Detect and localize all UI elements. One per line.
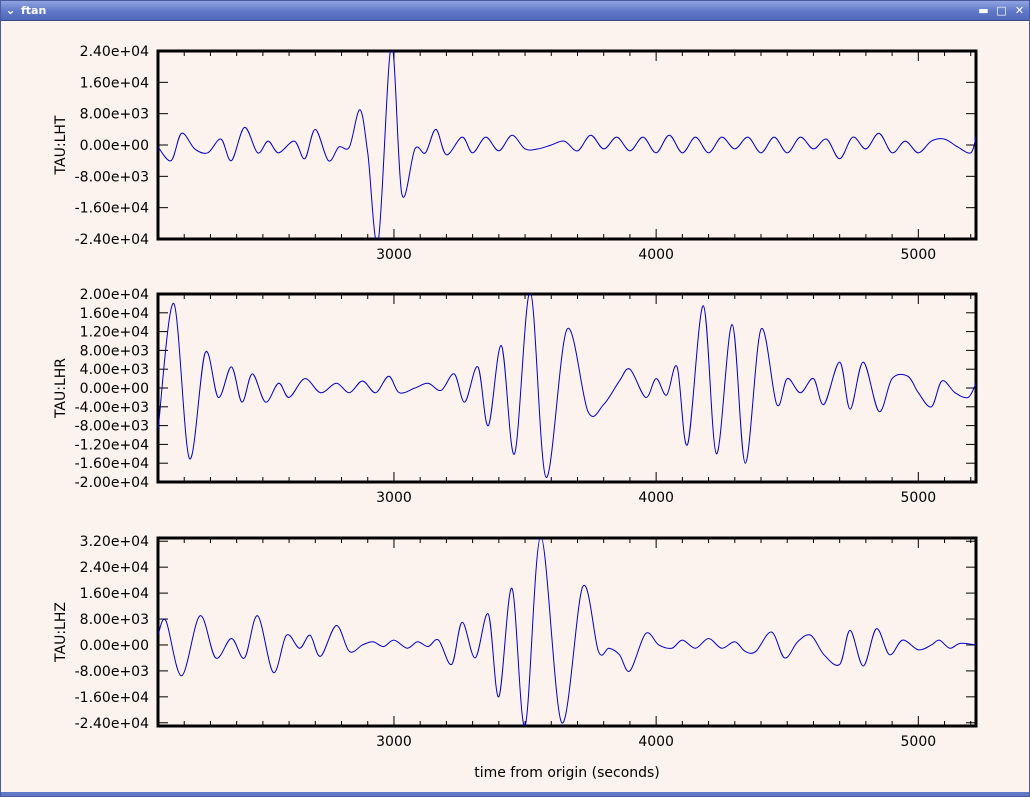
y-tick-label: -4.00e+03 — [75, 400, 149, 416]
x-tick-label: 4000 — [638, 734, 674, 750]
y-tick-label: 8.00e+03 — [80, 343, 149, 359]
x-tick-label: 5000 — [901, 490, 937, 506]
y-tick-label: 0.00e+00 — [80, 638, 149, 654]
y-tick-label: -2.40e+04 — [75, 232, 149, 248]
x-tick-label: 3000 — [376, 490, 412, 506]
close-icon[interactable]: ✕ — [1012, 3, 1027, 18]
chevron-down-icon[interactable]: ⌄ — [3, 3, 18, 18]
y-tick-label: -2.00e+04 — [75, 475, 149, 491]
maximize-icon[interactable]: □ — [994, 3, 1009, 18]
y-axis-label: TAU:LHZ — [53, 602, 69, 663]
y-tick-label: 0.00e+00 — [80, 381, 149, 397]
y-tick-label: -1.20e+04 — [75, 437, 149, 453]
plot-frame — [156, 536, 978, 728]
x-tick-label: 5000 — [901, 247, 937, 263]
titlebar[interactable]: ⌄ ftan ▬ □ ✕ — [1, 1, 1029, 21]
ftan-window: ⌄ ftan ▬ □ ✕ time from origin (seconds) … — [0, 0, 1030, 797]
y-tick-label: 1.20e+04 — [80, 325, 149, 341]
x-axis-label: time from origin (seconds) — [474, 765, 660, 781]
y-tick-label: -1.60e+04 — [75, 456, 149, 472]
y-tick-label: 4.00e+03 — [80, 362, 149, 378]
y-tick-label: 8.00e+03 — [80, 107, 149, 123]
window-title: ftan — [21, 4, 47, 17]
y-tick-label: 1.60e+04 — [80, 75, 149, 91]
y-tick-label: 8.00e+03 — [80, 612, 149, 628]
x-tick-label: 3000 — [376, 734, 412, 750]
trace-line — [158, 294, 976, 478]
y-tick-label: 2.40e+04 — [80, 560, 149, 576]
plot-frame — [156, 292, 978, 484]
y-tick-label: 2.40e+04 — [80, 44, 149, 60]
x-tick-label: 5000 — [901, 734, 937, 750]
plot-frame — [156, 49, 978, 241]
x-tick-label: 4000 — [638, 490, 674, 506]
y-tick-label: 1.60e+04 — [80, 306, 149, 322]
minimize-icon[interactable]: ▬ — [976, 3, 991, 18]
trace-line — [158, 51, 976, 239]
y-tick-label: 3.20e+04 — [80, 534, 149, 550]
x-tick-label: 3000 — [376, 247, 412, 263]
y-axis-label: TAU:LHR — [53, 358, 69, 419]
y-tick-label: -8.00e+03 — [75, 169, 149, 185]
window-bottom-edge — [1, 792, 1029, 796]
y-tick-label: -1.60e+04 — [75, 690, 149, 706]
y-tick-label: -8.00e+03 — [75, 664, 149, 680]
y-tick-label: -2.40e+04 — [75, 716, 149, 732]
y-tick-label: 2.00e+04 — [80, 287, 149, 303]
y-tick-label: -1.60e+04 — [75, 201, 149, 217]
y-axis-label: TAU:LHT — [53, 115, 69, 175]
y-tick-label: -8.00e+03 — [75, 419, 149, 435]
y-tick-label: 1.60e+04 — [80, 586, 149, 602]
y-tick-label: 0.00e+00 — [80, 138, 149, 154]
seismogram-plots: time from origin (seconds) 3000 4000 5000 2… — [53, 44, 978, 781]
x-tick-label: 4000 — [638, 247, 674, 263]
trace-line — [158, 538, 976, 726]
